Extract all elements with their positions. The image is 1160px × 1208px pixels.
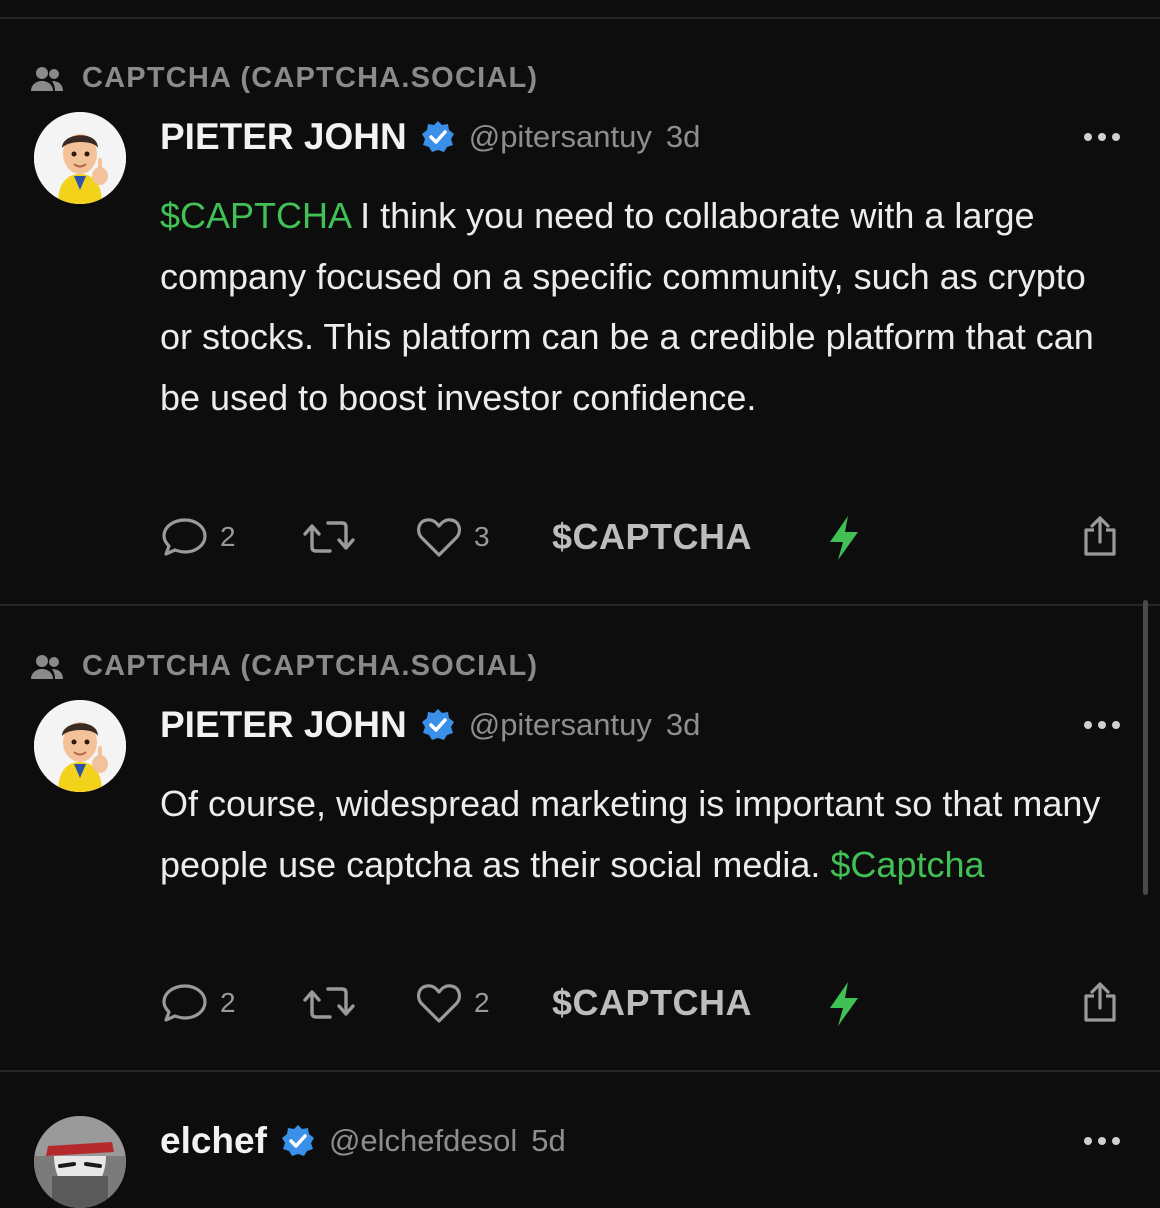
post-header: PIETER JOHN @pitersantuy 3d (160, 700, 1120, 750)
post-timestamp: 3d (665, 707, 701, 742)
like-button[interactable]: 2 (414, 978, 490, 1028)
post-body: Of course, widespread marketing is impor… (160, 774, 1120, 895)
community-context[interactable]: CAPTCHA (CAPTCHA.SOCIAL) (30, 62, 538, 95)
community-icon (31, 654, 63, 679)
more-icon[interactable] (1084, 721, 1120, 729)
repost-button[interactable] (300, 512, 358, 562)
community-icon (31, 66, 63, 91)
avatar-image (34, 700, 126, 792)
post-divider (0, 604, 1160, 606)
bolt-icon[interactable] (826, 980, 862, 1028)
community-label: CAPTCHA (CAPTCHA.SOCIAL) (82, 62, 539, 94)
verified-badge-icon (421, 709, 454, 740)
share-icon[interactable] (1080, 980, 1120, 1024)
reply-icon (162, 518, 207, 556)
reply-button[interactable]: 2 (160, 512, 236, 562)
scrollbar[interactable] (1143, 600, 1148, 895)
author-name[interactable]: PIETER JOHN (160, 116, 407, 158)
avatar-image (34, 112, 126, 204)
post-actions: 2 2 $CAPTCHA (160, 978, 1120, 1028)
bolt-icon[interactable] (826, 514, 862, 562)
cashtag-link[interactable]: $CAPTCHA (160, 195, 350, 236)
author-name[interactable]: elchef (160, 1120, 267, 1162)
repost-button[interactable] (300, 978, 358, 1028)
top-divider (0, 17, 1160, 19)
community-label: CAPTCHA (CAPTCHA.SOCIAL) (82, 650, 539, 682)
reply-icon (162, 984, 207, 1022)
repost-icon (303, 521, 355, 553)
reply-count: 2 (220, 521, 236, 552)
more-icon[interactable] (1084, 1137, 1120, 1145)
like-button[interactable]: 3 (414, 512, 490, 562)
post-header: elchef @elchefdesol 5d (160, 1116, 1120, 1166)
avatar[interactable] (34, 112, 126, 204)
more-icon[interactable] (1084, 133, 1120, 141)
avatar[interactable] (34, 700, 126, 792)
author-name[interactable]: PIETER JOHN (160, 704, 407, 746)
like-count: 3 (474, 521, 490, 552)
verified-badge-icon (421, 121, 454, 152)
like-icon (416, 518, 462, 557)
reply-button[interactable]: 2 (160, 978, 236, 1028)
ticker-label[interactable]: $CAPTCHA (552, 978, 752, 1028)
like-icon (416, 984, 462, 1023)
cashtag-link[interactable]: $Captcha (830, 844, 984, 885)
post-actions: 2 3 $CAPTCHA (160, 512, 1120, 562)
post-timestamp: 5d (531, 1123, 566, 1158)
post-header: PIETER JOHN @pitersantuy 3d (160, 112, 1120, 162)
avatar[interactable] (34, 1116, 126, 1208)
post-timestamp: 3d (665, 119, 701, 154)
like-count: 2 (474, 987, 490, 1018)
verified-badge-icon (281, 1125, 314, 1156)
share-icon[interactable] (1080, 514, 1120, 558)
post-body: $CAPTCHA I think you need to collaborate… (160, 186, 1120, 428)
author-handle[interactable]: @pitersantuy (469, 707, 652, 743)
avatar-image (34, 1116, 126, 1208)
ticker-label[interactable]: $CAPTCHA (552, 512, 752, 562)
post-divider (0, 1070, 1160, 1072)
repost-icon (303, 987, 355, 1019)
author-handle[interactable]: @pitersantuy (469, 119, 652, 155)
reply-count: 2 (220, 987, 236, 1018)
author-handle[interactable]: @elchefdesol (329, 1123, 517, 1159)
community-context[interactable]: CAPTCHA (CAPTCHA.SOCIAL) (30, 650, 538, 683)
